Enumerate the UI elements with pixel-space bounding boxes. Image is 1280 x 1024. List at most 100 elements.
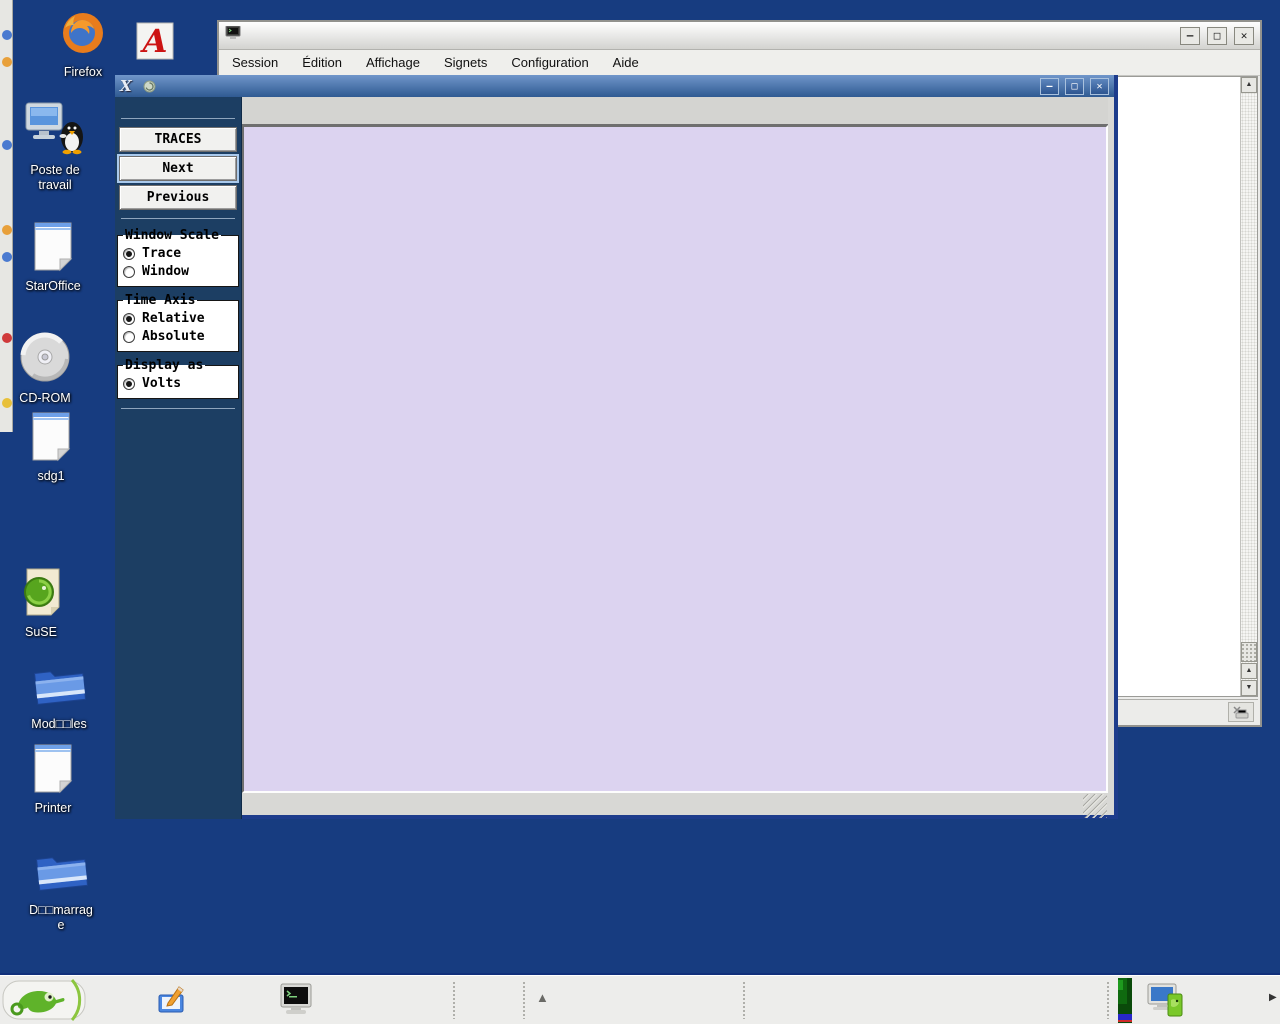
taskbar: ▲ ▶ [0,975,1280,1024]
radio-absolute[interactable]: Absolute [123,329,233,344]
pql-tabbar [242,97,1108,125]
applet-handle[interactable] [522,981,527,1019]
maximize-button[interactable]: □ [1207,27,1227,45]
desktop-icon-acrobat-reader[interactable]: A [116,20,194,67]
panel-arrow-icon[interactable]: ▶ [1269,992,1277,1003]
sdg1-icon [26,410,76,467]
desktop-icon-printer[interactable]: Printer [14,742,92,816]
notes-icon[interactable] [155,983,189,1022]
terminal-scrollbar[interactable]: ▲ ▲ ▼ [1240,77,1257,696]
desktop-icon-label: Mod□□les [31,717,86,732]
scroll-down-icon[interactable]: ▼ [1241,680,1257,696]
acrobat-reader-icon: A [134,20,176,67]
radio-window[interactable]: Window [123,264,233,279]
group-window-scale: Window Scale Trace Window [117,228,239,287]
desktop-icon-sdg1[interactable]: sdg1 [12,410,90,484]
expand-arrow-icon[interactable]: ▲ [536,990,549,1005]
menu-item-aide[interactable]: Aide [613,55,639,70]
group-display-as: Display as Volts [117,358,239,399]
radio-button-icon[interactable] [123,248,135,260]
pql-titlebar[interactable]: X – □ ✕ [115,75,1114,97]
radio-relative[interactable]: Relative [123,311,233,326]
radio-label: Relative [142,311,205,326]
desktop-icon-cd-rom[interactable]: CD-ROM [6,330,84,406]
desktop-icon-poste-de-travail[interactable]: Poste de travail [16,100,94,194]
panel-icon[interactable] [2,30,12,40]
radio-button-icon[interactable] [123,313,135,325]
terminal-icon [225,26,241,45]
suse-menu-button[interactable] [2,978,94,1024]
separator [121,408,235,409]
previous-button[interactable]: Previous [119,185,237,210]
trace-plot[interactable] [242,125,1108,793]
scroll-grip[interactable] [1241,642,1257,662]
led-dot-grid [1194,979,1266,1023]
desktop-icon-modeles[interactable]: Mod□□les [20,662,98,732]
konsole-menubar: Session Édition Affichage Signets Configurat… [219,50,1260,76]
menu-item-signets[interactable]: Signets [444,55,487,70]
radio-label: Window [142,264,189,279]
radio-button-icon[interactable] [123,266,135,278]
resize-grip-icon[interactable] [1083,794,1107,818]
panel-icon[interactable] [2,140,12,150]
applet-handle[interactable] [742,981,747,1019]
radio-volts[interactable]: Volts [123,376,233,391]
printer-icon [28,742,78,799]
poste-de-travail-icon [23,100,87,161]
separator [121,118,235,119]
cd-rom-icon [18,330,72,389]
firefox-icon [57,6,109,63]
pql-window: X – □ ✕ TRACES Next Previous Window Scale Tr… [115,75,1118,819]
desktop-icon-suse[interactable]: SuSE [2,566,80,640]
konsole-titlebar[interactable]: – □ ✕ [219,22,1260,50]
menu-item-session[interactable]: Session [232,55,278,70]
group-title: Display as [123,358,205,373]
pql-bottom-strip [242,793,1108,819]
desktop-icon-label: Firefox [64,65,102,80]
desktop-icon-staroffice[interactable]: StarOffice [14,220,92,294]
radio-button-icon[interactable] [123,378,135,390]
panel-icon[interactable] [2,225,12,235]
scroll-up-icon[interactable]: ▲ [1241,663,1257,679]
group-title: Window Scale [123,228,221,243]
radio-label: Absolute [142,329,205,344]
desktop-icon-demarrage[interactable]: D□□marrage [22,848,100,934]
radio-label: Volts [142,376,181,391]
desktop-icon-label: StarOffice [25,279,80,294]
load-monitor-icon[interactable] [1114,978,1136,1024]
next-button[interactable]: Next [119,156,237,181]
traces-button[interactable]: TRACES [119,127,237,152]
desktop-icon-label: Printer [35,801,72,816]
scroll-up-icon[interactable]: ▲ [1241,77,1257,93]
radio-trace[interactable]: Trace [123,246,233,261]
desktop-icon-firefox[interactable]: Firefox [44,6,122,80]
panel-icon[interactable] [2,252,12,262]
desktop-icon-label: sdg1 [37,469,64,484]
gecko-icon [143,80,156,93]
group-title: Time Axis [123,293,197,308]
radio-button-icon[interactable] [123,331,135,343]
applet-handle[interactable] [1106,981,1111,1019]
menu-item-dition[interactable]: Édition [302,55,342,70]
minimize-button[interactable]: – [1180,27,1200,45]
suse-icon [15,566,67,623]
desktop-icon-label: Poste de travail [17,163,93,194]
applet-handle[interactable] [452,981,457,1019]
terminal-launcher-icon[interactable] [278,982,314,1023]
svg-text:A: A [140,22,168,60]
pql-title [138,79,1034,94]
demarrage-icon [32,848,90,901]
suse-watcher-icon[interactable] [1146,980,1186,1024]
menu-item-configuration[interactable]: Configuration [511,55,588,70]
staroffice-icon [28,220,78,277]
maximize-button[interactable]: □ [1065,78,1084,95]
minimize-button[interactable]: – [1040,78,1059,95]
desktop-icon-label: SuSE [25,625,57,640]
desktop-icon-label: CD-ROM [19,391,70,406]
panel-icon[interactable] [2,57,12,67]
close-button[interactable]: ✕ [1090,78,1109,95]
x11-icon: X [120,77,132,95]
close-button[interactable]: ✕ [1234,27,1254,45]
menu-item-affichage[interactable]: Affichage [366,55,420,70]
bell-icon[interactable] [1228,702,1254,722]
